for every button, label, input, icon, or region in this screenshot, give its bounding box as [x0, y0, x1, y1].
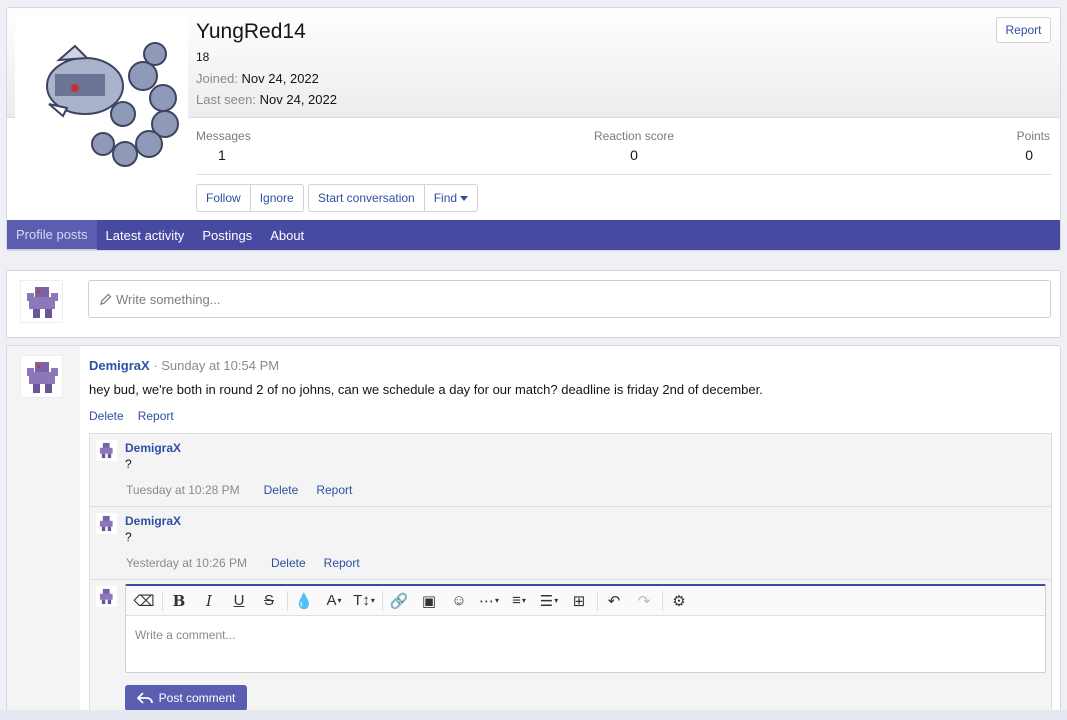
underline-icon[interactable]: U: [227, 590, 251, 612]
tab-about[interactable]: About: [261, 220, 313, 250]
last-seen-value[interactable]: Nov 24, 2022: [260, 92, 337, 107]
more-icon[interactable]: ⋯ ▾: [477, 590, 501, 612]
comment-item: DemigraX ? Yesterday at 10:26 PM Delete …: [90, 507, 1051, 580]
avatar[interactable]: [96, 440, 117, 461]
comment-item: DemigraX ? Tuesday at 10:28 PM Delete Re…: [90, 434, 1051, 507]
italic-icon[interactable]: I: [197, 590, 221, 612]
profile-header: YungRed14 18 Joined: Nov 24, 2022 Last s…: [6, 7, 1061, 251]
profile-custom-title: 18: [196, 50, 210, 64]
delete-post-link[interactable]: Delete: [89, 409, 124, 423]
stat-reaction-score: Reaction score 0: [594, 129, 674, 163]
smilie-icon[interactable]: ☺: [447, 590, 471, 612]
page-footer-strip: [0, 710, 1067, 720]
tab-postings[interactable]: Postings: [193, 220, 261, 250]
comments-list: DemigraX ? Tuesday at 10:28 PM Delete Re…: [89, 433, 1052, 720]
reply-icon: [136, 691, 153, 704]
write-comment-input[interactable]: Write a comment...: [135, 628, 235, 642]
new-profile-post: Write something...: [6, 270, 1061, 338]
avatar[interactable]: [96, 513, 117, 534]
follow-ignore-group: Follow Ignore: [196, 184, 304, 212]
stat-reaction-value: 0: [630, 147, 638, 163]
comment-actions: Tuesday at 10:28 PM Delete Report: [126, 483, 352, 497]
joined-label: Joined:: [196, 71, 238, 86]
pencil-icon: [100, 293, 112, 305]
find-label: Find: [433, 191, 458, 205]
comment-actions: Yesterday at 10:26 PM Delete Report: [126, 556, 360, 570]
stat-reaction-label: Reaction score: [594, 129, 675, 143]
redo-icon[interactable]: ↷: [632, 590, 656, 612]
write-something-input[interactable]: Write something...: [88, 280, 1051, 318]
comment-editor: ⌫ B I U S 💧 A ▾ T↕ ▾ 🔗 ▣ ☺ ⋯ ▾ ≡ ▾ ☰ ▾ ⊞…: [125, 584, 1046, 673]
stat-messages-label: Messages: [196, 129, 251, 143]
profile-avatar[interactable]: [15, 16, 188, 189]
eraser-icon[interactable]: ⌫: [132, 590, 156, 612]
image-icon[interactable]: ▣: [417, 590, 441, 612]
link-icon[interactable]: 🔗: [387, 590, 411, 612]
start-conversation-button[interactable]: Start conversation: [309, 185, 425, 211]
write-something-placeholder: Write something...: [116, 291, 221, 307]
bold-icon[interactable]: B: [167, 590, 191, 612]
avatar[interactable]: [20, 280, 63, 323]
report-comment-link[interactable]: Report: [324, 556, 360, 570]
strikethrough-icon[interactable]: S: [257, 590, 281, 612]
comment-text: ?: [125, 457, 132, 471]
post-header: DemigraX · Sunday at 10:54 PM: [89, 358, 279, 373]
editor-toolbar: ⌫ B I U S 💧 A ▾ T↕ ▾ 🔗 ▣ ☺ ⋯ ▾ ≡ ▾ ☰ ▾ ⊞…: [126, 586, 1045, 616]
stat-messages: Messages 1: [196, 129, 251, 163]
settings-icon[interactable]: ⚙: [667, 590, 691, 612]
toolbar-divider: [662, 590, 663, 611]
last-seen: Last seen: Nov 24, 2022: [196, 92, 337, 107]
ignore-button[interactable]: Ignore: [251, 185, 303, 211]
post-comment-button[interactable]: Post comment: [125, 685, 247, 711]
comment-author[interactable]: DemigraX: [125, 514, 181, 528]
post-author[interactable]: DemigraX: [89, 358, 150, 373]
toolbar-divider: [162, 590, 163, 611]
profile-username: YungRed14: [196, 20, 306, 43]
toolbar-divider: [287, 590, 288, 611]
profile-tabs: Profile posts Latest activity Postings A…: [7, 220, 1060, 250]
table-icon[interactable]: ⊞: [567, 590, 591, 612]
report-profile-button[interactable]: Report: [996, 17, 1051, 43]
conversation-find-group: Start conversation Find: [308, 184, 479, 212]
undo-icon[interactable]: ↶: [602, 590, 626, 612]
delete-comment-link[interactable]: Delete: [264, 483, 299, 497]
tab-profile-posts[interactable]: Profile posts: [7, 220, 97, 250]
joined-value: Nov 24, 2022: [241, 71, 319, 86]
toolbar-divider: [597, 590, 598, 611]
delete-comment-link[interactable]: Delete: [271, 556, 306, 570]
font-size-icon[interactable]: T↕ ▾: [352, 590, 376, 612]
text-color-icon[interactable]: 💧: [292, 590, 316, 612]
post-body: hey bud, we're both in round 2 of no joh…: [89, 382, 763, 397]
report-comment-link[interactable]: Report: [316, 483, 352, 497]
post-gutter: [7, 346, 80, 720]
find-menu-button[interactable]: Find: [425, 185, 477, 211]
follow-button[interactable]: Follow: [197, 185, 251, 211]
post-comment-label: Post comment: [158, 691, 236, 705]
comment-author[interactable]: DemigraX: [125, 441, 181, 455]
post-time[interactable]: Sunday at 10:54 PM: [161, 358, 279, 373]
post-actions: Delete Report: [89, 409, 174, 423]
avatar: [96, 586, 117, 607]
stat-points: Points 0: [1017, 129, 1050, 163]
profile-post: DemigraX · Sunday at 10:54 PM hey bud, w…: [6, 345, 1061, 720]
stat-points-label: Points: [1016, 129, 1050, 143]
toolbar-divider: [382, 590, 383, 611]
comment-text: ?: [125, 530, 132, 544]
stat-messages-value[interactable]: 1: [196, 147, 251, 163]
align-icon[interactable]: ≡ ▾: [507, 590, 531, 612]
report-post-link[interactable]: Report: [138, 409, 174, 423]
stat-points-value[interactable]: 0: [1017, 147, 1050, 163]
avatar[interactable]: [20, 355, 63, 398]
tab-latest-activity[interactable]: Latest activity: [97, 220, 194, 250]
list-icon[interactable]: ☰ ▾: [537, 590, 561, 612]
stats-divider: [196, 174, 1052, 175]
post-separator: ·: [149, 358, 162, 373]
chevron-down-icon: [460, 195, 469, 201]
comment-time[interactable]: Tuesday at 10:28 PM: [126, 483, 240, 497]
font-family-icon[interactable]: A ▾: [322, 590, 346, 612]
comment-time[interactable]: Yesterday at 10:26 PM: [126, 556, 247, 570]
joined-date: Joined: Nov 24, 2022: [196, 71, 319, 86]
last-seen-label: Last seen:: [196, 92, 256, 107]
comment-reply-area: ⌫ B I U S 💧 A ▾ T↕ ▾ 🔗 ▣ ☺ ⋯ ▾ ≡ ▾ ☰ ▾ ⊞…: [90, 580, 1051, 720]
